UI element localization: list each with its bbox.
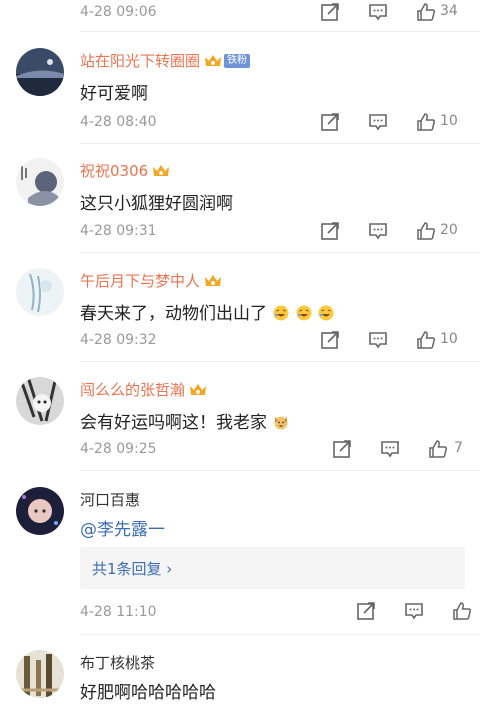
- comment-content: 这只小狐狸好圆润啊: [80, 194, 233, 214]
- like-button[interactable]: [416, 221, 438, 243]
- comment-time: 4-28 09:06: [80, 4, 157, 20]
- emoji-laugh-icon: [318, 305, 334, 321]
- comment-icon: [405, 603, 423, 620]
- emoji-dog-icon: [274, 416, 288, 430]
- username[interactable]: 午后月下与梦中人: [80, 270, 222, 291]
- comment-button[interactable]: [368, 330, 390, 352]
- username-text: 布丁核桃茶: [80, 654, 156, 672]
- share-icon: [321, 3, 339, 21]
- divider: [80, 634, 480, 635]
- comment-time: 4-28 11:10: [80, 604, 157, 620]
- like-button[interactable]: [416, 330, 438, 352]
- share-button[interactable]: [332, 439, 354, 461]
- crown-icon: [153, 164, 170, 176]
- username[interactable]: 布丁核桃茶: [80, 652, 155, 673]
- comment-content: 会有好运吗啊这！我老家: [80, 408, 289, 433]
- comment-actions: 7: [332, 439, 480, 461]
- comment-content: 好可爱啊: [80, 84, 148, 104]
- crown-icon: [190, 383, 207, 395]
- username[interactable]: 祝祝0306: [80, 160, 170, 181]
- comment-actions: 10: [320, 112, 480, 134]
- username-text: 午后月下与梦中人: [80, 272, 201, 290]
- comment-icon: [381, 441, 399, 458]
- share-button[interactable]: [320, 112, 342, 134]
- comment-button[interactable]: [368, 221, 390, 243]
- avatar[interactable]: [16, 158, 64, 206]
- like-icon: [417, 3, 436, 21]
- comment-text: 会有好运吗啊这！我老家: [80, 413, 267, 433]
- like-count: 10: [440, 331, 458, 347]
- share-icon: [357, 602, 375, 620]
- comment-content: @李先露一: [80, 515, 165, 540]
- share-button[interactable]: [356, 601, 378, 623]
- share-button[interactable]: [320, 2, 342, 24]
- username-text: 闯么么的张哲瀚: [80, 381, 186, 399]
- comment-icon: [369, 332, 387, 349]
- comment-time: 4-28 09:25: [80, 441, 157, 457]
- emoji-laugh-icon: [273, 305, 289, 321]
- share-icon: [333, 440, 351, 458]
- comment-button[interactable]: [368, 112, 390, 134]
- like-icon: [429, 440, 448, 458]
- comment-actions: 20: [320, 221, 480, 243]
- like-count: 20: [440, 222, 458, 238]
- reply-summary[interactable]: 共1条回复 ›: [80, 547, 465, 589]
- divider: [80, 31, 480, 32]
- comment-time: 4-28 09:32: [80, 332, 157, 348]
- comment-content: 春天来了，动物们出山了: [80, 299, 334, 324]
- username-text: 河口百惠: [80, 491, 141, 509]
- comment-actions: 34: [320, 2, 480, 24]
- comment-time: 4-28 08:40: [80, 114, 157, 130]
- share-button[interactable]: [320, 221, 342, 243]
- comment-actions: [356, 601, 480, 623]
- comment-button[interactable]: [380, 439, 402, 461]
- like-icon: [417, 331, 436, 349]
- comment-button[interactable]: [368, 2, 390, 24]
- like-button[interactable]: [452, 601, 474, 623]
- username[interactable]: 河口百惠: [80, 489, 140, 510]
- share-icon: [321, 222, 339, 240]
- mention-link[interactable]: @李先露一: [80, 520, 165, 540]
- like-icon: [417, 222, 436, 240]
- like-button[interactable]: [416, 2, 438, 24]
- crown-icon: [205, 274, 222, 286]
- comment-icon: [369, 4, 387, 21]
- divider: [80, 252, 480, 253]
- comment-time: 4-28 09:31: [80, 223, 157, 239]
- comment-content: 好肥啊哈哈哈哈哈: [80, 683, 216, 703]
- like-count: 34: [440, 3, 458, 19]
- comment-icon: [369, 114, 387, 131]
- divider: [80, 470, 480, 471]
- comment-actions: 10: [320, 330, 480, 352]
- avatar[interactable]: [16, 268, 64, 316]
- like-button[interactable]: [428, 439, 450, 461]
- share-icon: [321, 331, 339, 349]
- divider: [80, 361, 480, 362]
- username-text: 站在阳光下转圈圈: [80, 52, 201, 70]
- avatar[interactable]: [16, 650, 64, 698]
- emoji-laugh-icon: [296, 305, 312, 321]
- share-icon: [321, 113, 339, 131]
- crown-icon: [205, 54, 222, 66]
- username[interactable]: 闯么么的张哲瀚: [80, 379, 207, 400]
- comment-icon: [369, 223, 387, 240]
- comment-text: 春天来了，动物们出山了: [80, 304, 267, 324]
- share-button[interactable]: [320, 330, 342, 352]
- like-icon: [453, 602, 472, 620]
- like-icon: [417, 113, 436, 131]
- avatar[interactable]: [16, 48, 64, 96]
- like-button[interactable]: [416, 112, 438, 134]
- avatar[interactable]: [16, 377, 64, 425]
- username[interactable]: 站在阳光下转圈圈 铁粉: [80, 50, 251, 71]
- comment-button[interactable]: [404, 601, 426, 623]
- avatar[interactable]: [16, 487, 64, 535]
- like-count: 7: [454, 440, 463, 456]
- divider: [80, 143, 480, 144]
- fan-badge: 铁粉: [224, 53, 251, 68]
- reply-count-link[interactable]: 共1条回复 ›: [92, 558, 172, 579]
- username-text: 祝祝0306: [80, 162, 149, 180]
- like-count: 10: [440, 113, 458, 129]
